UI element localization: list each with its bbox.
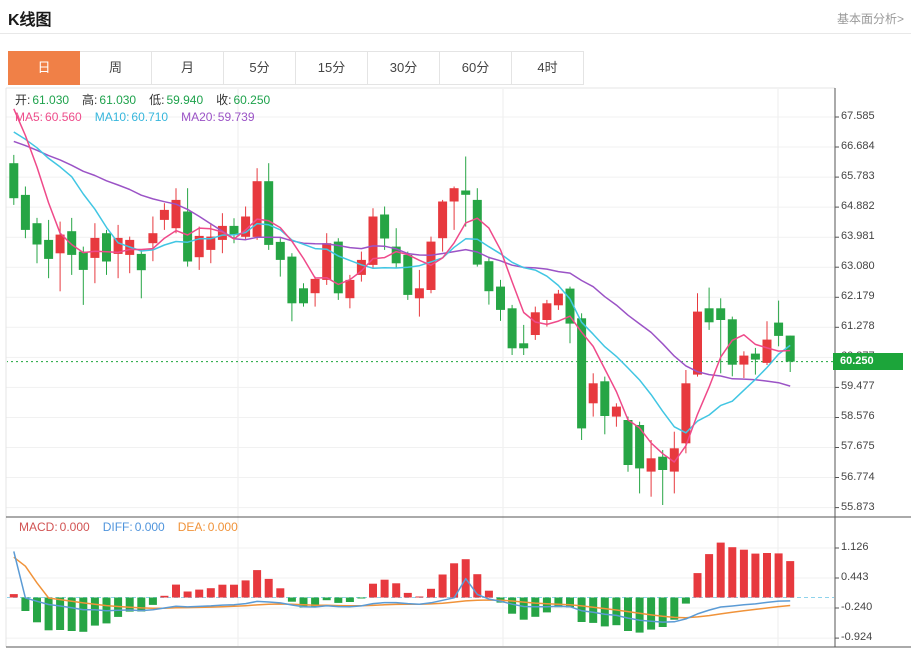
- y-axis-label: 56.774: [841, 471, 875, 483]
- y-axis-label: -0.240: [841, 601, 872, 613]
- legend-item: DEA:0.000: [178, 520, 238, 534]
- legend-item: MACD:0.000: [19, 520, 90, 534]
- period-tab-7[interactable]: 4时: [512, 51, 584, 85]
- legend-item: MA20:59.739: [181, 110, 254, 124]
- macd-panel: [6, 543, 835, 633]
- ma-legend: MA5:60.560 MA10:60.710 MA20:59.739: [15, 110, 268, 124]
- y-axis-label: 63.981: [841, 230, 875, 242]
- period-tab-1[interactable]: 周: [80, 51, 152, 85]
- legend-item: 低:59.940: [149, 93, 203, 107]
- legend-item: 高:61.030: [82, 93, 136, 107]
- y-axis-label: 0.443: [841, 571, 869, 583]
- y-axis-label: 63.080: [841, 260, 875, 272]
- main-panel: [6, 109, 835, 505]
- period-tabbar: 日周月5分15分30分60分4时: [8, 51, 584, 85]
- y-axis-label: 55.873: [841, 501, 875, 513]
- y-axis-label: 67.585: [841, 110, 875, 122]
- period-tab-2[interactable]: 月: [152, 51, 224, 85]
- legend-item: MA10:60.710: [95, 110, 168, 124]
- legend-item: DIFF:0.000: [103, 520, 165, 534]
- period-tab-5[interactable]: 30分: [368, 51, 440, 85]
- macd-legend: MACD:0.000 DIFF:0.000 DEA:0.000: [19, 520, 251, 534]
- y-axis-label: 64.882: [841, 200, 875, 212]
- period-tab-6[interactable]: 60分: [440, 51, 512, 85]
- period-tab-4[interactable]: 15分: [296, 51, 368, 85]
- y-axis-label: 59.477: [841, 380, 875, 392]
- y-axis-label: 57.675: [841, 440, 875, 452]
- y-axis-label: 1.126: [841, 541, 869, 553]
- y-axis-label: 62.179: [841, 290, 875, 302]
- legend-item: 收:60.250: [216, 93, 270, 107]
- legend-item: MA5:60.560: [15, 110, 82, 124]
- y-axis-label: 66.684: [841, 140, 875, 152]
- y-axis-label: 65.783: [841, 170, 875, 182]
- y-axis-label: 61.278: [841, 320, 875, 332]
- y-axis-label: -0.924: [841, 631, 872, 643]
- ohlc-legend: 开:61.030 高:61.030 低:59.940 收:60.250: [15, 91, 283, 108]
- y-axis-label: 58.576: [841, 410, 875, 422]
- period-tab-3[interactable]: 5分: [224, 51, 296, 85]
- period-tab-0[interactable]: 日: [8, 51, 80, 85]
- legend-item: 开:61.030: [15, 93, 69, 107]
- current-price-tag: 60.250: [833, 353, 903, 370]
